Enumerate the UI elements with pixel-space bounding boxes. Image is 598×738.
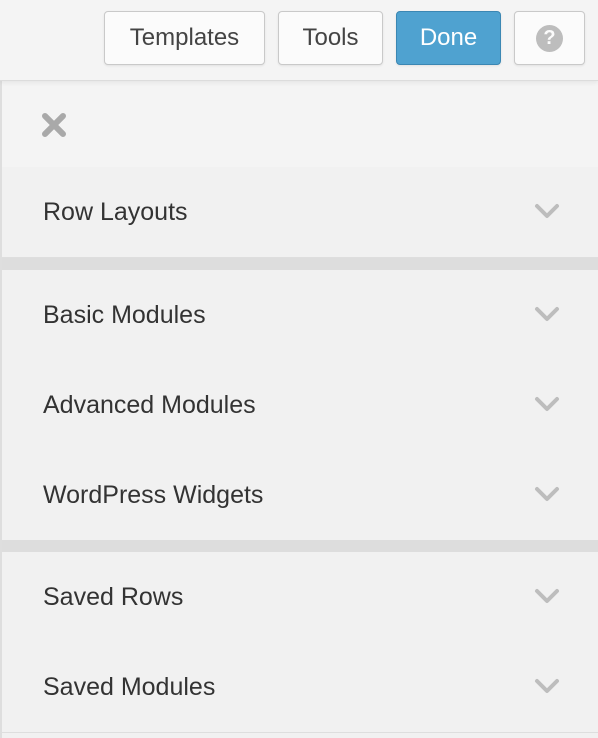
section-advanced-modules[interactable]: Advanced Modules (2, 360, 598, 451)
chevron-down-icon (535, 397, 559, 411)
group-divider (2, 540, 598, 552)
chevron-down-icon (535, 204, 559, 218)
builder-toolbar: Templates Tools Done ? (0, 0, 598, 81)
section-saved-modules[interactable]: Saved Modules (2, 642, 598, 733)
help-icon: ? (536, 24, 563, 52)
close-icon[interactable] (39, 110, 69, 140)
templates-button[interactable]: Templates (104, 11, 265, 65)
section-label: Row Layouts (43, 197, 188, 226)
group-divider (2, 258, 598, 270)
chevron-down-icon (535, 679, 559, 693)
chevron-down-icon (535, 307, 559, 321)
section-basic-modules[interactable]: Basic Modules (2, 270, 598, 361)
section-label: Basic Modules (43, 300, 206, 329)
section-label: Saved Rows (43, 582, 184, 611)
chevron-down-icon (535, 487, 559, 501)
section-label: Saved Modules (43, 672, 216, 701)
panel-header (2, 80, 598, 168)
tools-button[interactable]: Tools (278, 11, 383, 65)
section-label: WordPress Widgets (43, 480, 264, 509)
done-button[interactable]: Done (396, 11, 501, 65)
section-label: Advanced Modules (43, 390, 256, 419)
help-button[interactable]: ? (514, 11, 585, 65)
section-wordpress-widgets[interactable]: WordPress Widgets (2, 450, 598, 541)
chevron-down-icon (535, 589, 559, 603)
section-saved-rows[interactable]: Saved Rows (2, 552, 598, 643)
content-panel: Row Layouts Basic Modules Advanced Modul… (0, 80, 598, 738)
section-row-layouts[interactable]: Row Layouts (2, 167, 598, 258)
